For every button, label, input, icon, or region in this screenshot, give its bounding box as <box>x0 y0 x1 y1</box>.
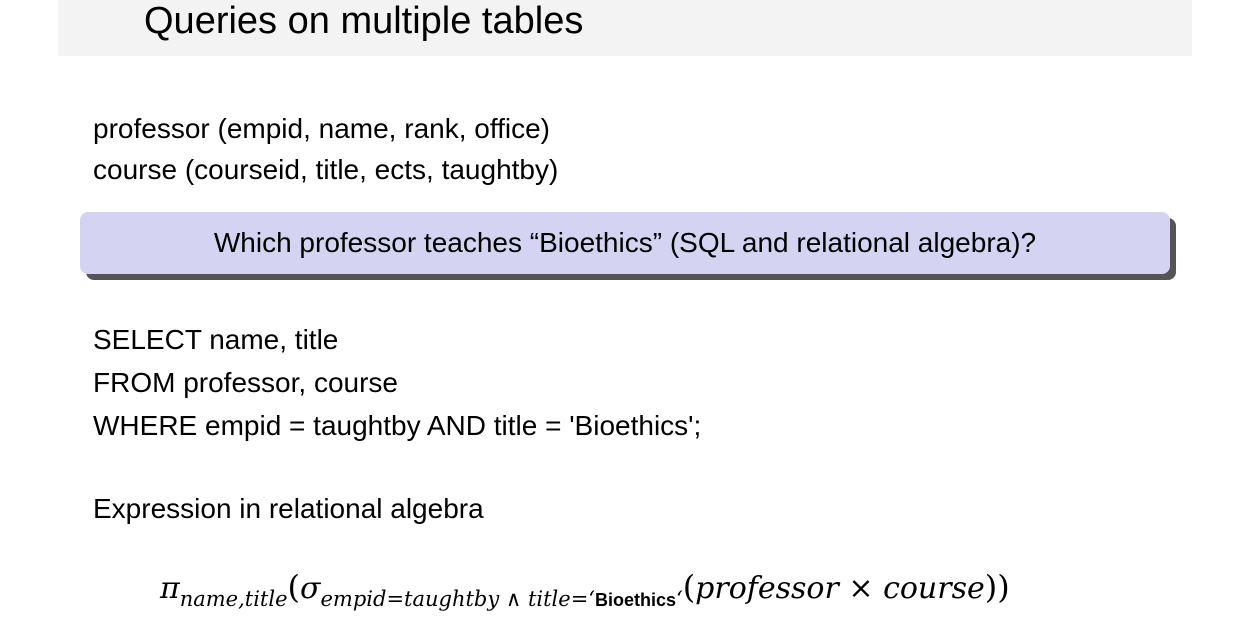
sql-select-line: SELECT name, title <box>93 324 339 355</box>
projection-symbol: π <box>160 571 180 606</box>
question-box: Which professor teaches “Bioethics” (SQL… <box>80 212 1170 274</box>
sql-from-line: FROM professor, course <box>93 367 398 398</box>
left-operand: professor <box>695 571 839 606</box>
close-parens: )) <box>984 568 1010 606</box>
selection-value-close-quote: ‘ <box>676 587 683 611</box>
question-text: Which professor teaches “Bioethics” (SQL… <box>213 227 1037 258</box>
relational-algebra-formula: πname,title(σempid=taughtby ∧ title=‘Bio… <box>160 565 1010 614</box>
right-operand: course <box>883 571 985 606</box>
selection-condition: empid=taughtby ∧ title=‘Bioethics‘ <box>321 587 683 611</box>
open-paren: ( <box>287 568 301 606</box>
selection-value: Bioethics <box>594 590 676 610</box>
selection-condition-text: empid=taughtby ∧ title=‘ <box>320 587 595 611</box>
sql-query: SELECT name, title FROM professor, cours… <box>93 318 701 447</box>
slide-title: Queries on multiple tables <box>144 0 584 42</box>
schema-course: course (courseid, title, ects, taughtby) <box>93 154 559 185</box>
cartesian-product-symbol: × <box>838 571 884 606</box>
schema-definitions: professor (empid, name, rank, office) co… <box>93 108 558 190</box>
projection-attributes: name,title <box>179 587 288 611</box>
algebra-heading: Expression in relational algebra <box>93 493 484 524</box>
selection-symbol: σ <box>300 571 321 606</box>
open-paren-inner: ( <box>682 568 696 606</box>
sql-where-line: WHERE empid = taughtby AND title = 'Bioe… <box>93 410 702 441</box>
schema-professor: professor (empid, name, rank, office) <box>93 113 551 144</box>
title-bar: Queries on multiple tables <box>58 0 1192 56</box>
